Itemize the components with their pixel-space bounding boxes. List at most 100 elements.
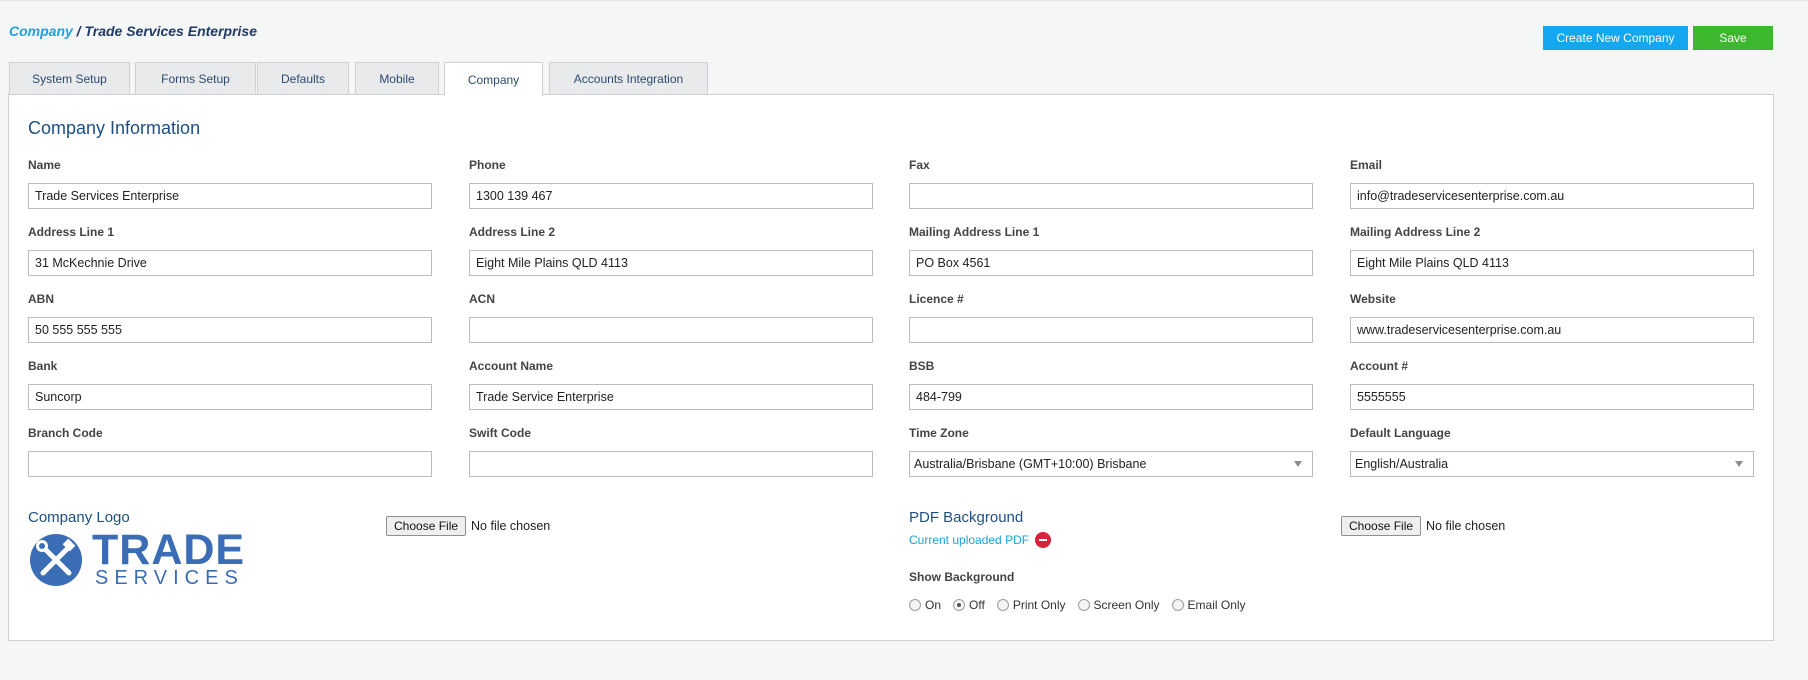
fax-field: Fax — [909, 158, 1313, 209]
time-zone-field: Time Zone Australia/Brisbane (GMT+10:00)… — [909, 426, 1313, 477]
licence-field: Licence # — [909, 292, 1313, 343]
bsb-label: BSB — [909, 359, 935, 373]
company-information-panel: Company Information Name Trade Services … — [8, 94, 1774, 641]
default-language-label: Default Language — [1350, 426, 1451, 440]
radio-print-only[interactable]: Print Only — [996, 598, 1066, 612]
time-zone-label: Time Zone — [909, 426, 969, 440]
abn-field: ABN 50 555 555 555 — [28, 292, 432, 343]
logo-file-picker: Choose File No file chosen — [386, 516, 550, 536]
mailing-address-line-1-input[interactable]: PO Box 4561 — [909, 250, 1313, 276]
acn-input[interactable] — [469, 317, 873, 343]
website-field: Website www.tradeservicesenterprise.com.… — [1350, 292, 1754, 343]
licence-label: Licence # — [909, 292, 964, 306]
radio-button[interactable] — [909, 599, 921, 611]
tab-mobile[interactable]: Mobile — [355, 62, 439, 95]
pdf-file-status: No file chosen — [1426, 519, 1506, 533]
bsb-field: BSB 484-799 — [909, 359, 1313, 410]
radio-off[interactable]: Off — [953, 598, 985, 612]
email-label: Email — [1350, 158, 1383, 172]
account-number-label: Account # — [1350, 359, 1409, 373]
pdf-background-title: PDF Background — [909, 509, 1024, 526]
tab-forms-setup[interactable]: Forms Setup — [135, 62, 256, 95]
radio-button[interactable] — [996, 599, 1009, 611]
website-input[interactable]: www.tradeservicesenterprise.com.au — [1350, 317, 1754, 343]
breadcrumb: Company / Trade Services Enterprise — [9, 23, 257, 39]
current-pdf-row: Current uploaded PDF — [909, 532, 1052, 548]
radio-screen-only[interactable]: Screen Only — [1077, 598, 1160, 612]
phone-input[interactable]: 1300 139 467 — [469, 183, 873, 209]
company-logo-title: Company Logo — [28, 509, 130, 526]
radio-button[interactable] — [1171, 599, 1184, 611]
breadcrumb-current: Trade Services Enterprise — [84, 23, 257, 39]
account-number-input[interactable]: 5555555 — [1350, 384, 1754, 410]
tab-defaults[interactable]: Defaults — [257, 62, 349, 95]
abn-input[interactable]: 50 555 555 555 — [28, 317, 432, 343]
radio-label: Off — [969, 598, 985, 612]
show-background-label: Show Background — [909, 570, 1015, 584]
radio-button-checked[interactable] — [953, 599, 966, 611]
bank-input[interactable]: Suncorp — [28, 384, 432, 410]
acn-field: ACN — [469, 292, 873, 343]
default-language-select[interactable]: English/Australia — [1350, 451, 1754, 477]
email-field: Email info@tradeservicesenterprise.com.a… — [1350, 158, 1754, 209]
chevron-down-icon — [1735, 461, 1743, 467]
licence-input[interactable] — [909, 317, 1313, 343]
name-input[interactable]: Trade Services Enterprise — [28, 183, 432, 209]
pdf-choose-file-button[interactable]: Choose File — [1341, 516, 1422, 536]
show-background-options: On Off Print Only Screen Only Email Only — [909, 598, 1258, 612]
name-field: Name Trade Services Enterprise — [28, 158, 432, 209]
email-input[interactable]: info@tradeservicesenterprise.com.au — [1350, 183, 1754, 209]
address-line-2-field: Address Line 2 Eight Mile Plains QLD 411… — [469, 225, 873, 276]
tools-icon — [30, 534, 82, 586]
logo-choose-file-button[interactable]: Choose File — [386, 516, 467, 536]
account-name-input[interactable]: Trade Service Enterprise — [469, 384, 873, 410]
branch-code-input[interactable] — [28, 451, 432, 477]
website-label: Website — [1350, 292, 1396, 306]
address-line-2-input[interactable]: Eight Mile Plains QLD 4113 — [469, 250, 873, 276]
remove-icon[interactable] — [1035, 532, 1052, 548]
current-uploaded-pdf-link[interactable]: Current uploaded PDF — [909, 533, 1029, 547]
tab-system-setup[interactable]: System Setup — [9, 62, 130, 95]
swift-code-field: Swift Code — [469, 426, 873, 477]
breadcrumb-separator: / — [72, 23, 85, 39]
name-label: Name — [28, 158, 61, 172]
account-number-field: Account # 5555555 — [1350, 359, 1754, 410]
mailing-address-line-2-input[interactable]: Eight Mile Plains QLD 4113 — [1350, 250, 1754, 276]
chevron-down-icon — [1294, 461, 1302, 467]
bsb-input[interactable]: 484-799 — [909, 384, 1313, 410]
branch-code-label: Branch Code — [28, 426, 103, 440]
phone-label: Phone — [469, 158, 506, 172]
tab-accounts-integration[interactable]: Accounts Integration — [549, 62, 708, 95]
default-language-field: Default Language English/Australia — [1350, 426, 1754, 477]
tab-company[interactable]: Company — [444, 62, 543, 96]
phone-field: Phone 1300 139 467 — [469, 158, 873, 209]
radio-label: Email Only — [1187, 598, 1246, 612]
default-language-value: English/Australia — [1355, 457, 1449, 471]
mailing-address-line-1-field: Mailing Address Line 1 PO Box 4561 — [909, 225, 1313, 276]
pdf-file-picker: Choose File No file chosen — [1341, 516, 1505, 536]
mailing-address-line-2-label: Mailing Address Line 2 — [1350, 225, 1481, 239]
address-line-1-field: Address Line 1 31 McKechnie Drive — [28, 225, 432, 276]
acn-label: ACN — [469, 292, 495, 306]
abn-label: ABN — [28, 292, 54, 306]
create-new-company-button[interactable]: Create New Company — [1543, 26, 1688, 50]
time-zone-select[interactable]: Australia/Brisbane (GMT+10:00) Brisbane — [909, 451, 1313, 477]
save-button[interactable]: Save — [1693, 26, 1773, 50]
radio-on[interactable]: On — [909, 598, 941, 612]
bank-label: Bank — [28, 359, 58, 373]
swift-code-input[interactable] — [469, 451, 873, 477]
bank-field: Bank Suncorp — [28, 359, 432, 410]
logo-file-status: No file chosen — [471, 519, 551, 533]
mailing-address-line-1-label: Mailing Address Line 1 — [909, 225, 1040, 239]
account-name-label: Account Name — [469, 359, 554, 373]
breadcrumb-company-link[interactable]: Company — [9, 23, 73, 39]
radio-email-only[interactable]: Email Only — [1171, 598, 1246, 612]
fax-input[interactable] — [909, 183, 1313, 209]
radio-label: Print Only — [1012, 598, 1066, 612]
address-line-1-input[interactable]: 31 McKechnie Drive — [28, 250, 432, 276]
radio-button[interactable] — [1077, 599, 1090, 611]
address-line-2-label: Address Line 2 — [469, 225, 556, 239]
logo-text-services: SERVICES — [95, 567, 244, 589]
swift-code-label: Swift Code — [469, 426, 531, 440]
account-name-field: Account Name Trade Service Enterprise — [469, 359, 873, 410]
